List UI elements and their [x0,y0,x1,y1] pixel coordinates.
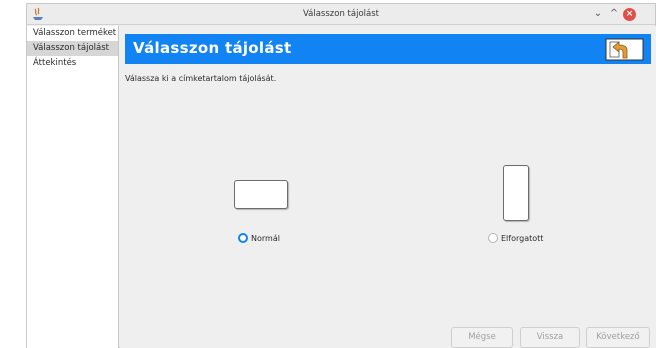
window-title: Válasszon tájolást [303,9,379,19]
next-button[interactable]: Következő [586,327,650,348]
radio-normal[interactable] [238,233,248,243]
chevron-up-icon: ^ [609,8,619,19]
maximize-button[interactable]: ^ [607,7,621,21]
app-window: Válasszon tájolást ⌄ ^ × Válasszon termé… [26,3,656,348]
sidebar-item-overview[interactable]: Áttekintés [27,56,118,71]
page-title: Válasszon tájolást [133,39,292,57]
close-button[interactable]: × [623,8,636,21]
radio-option-normal[interactable]: Normál [238,233,280,243]
cancel-button[interactable]: Mégse [451,327,513,348]
chevron-down-icon: ⌄ [593,8,603,19]
header-banner: Válasszon tájolást [125,34,651,64]
instruction-text: Válassza ki a címketartalom tájolását. [125,74,277,83]
sidebar-item-select-orientation[interactable]: Válasszon tájolást [27,41,118,56]
sidebar-item-select-product[interactable]: Válasszon terméket [27,26,118,41]
radio-normal-label: Normál [251,233,280,243]
back-button[interactable]: Vissza [520,327,580,348]
main-content: Válasszon tájolást Válassza ki a címketa… [120,26,656,348]
radio-option-rotated[interactable]: Elforgatott [488,233,543,243]
wizard-steps-sidebar: Válasszon terméket Válasszon tájolást Át… [27,26,119,348]
title-bar: Válasszon tájolást ⌄ ^ × [27,4,655,25]
radio-rotated-label: Elforgatott [501,233,544,243]
radio-rotated[interactable] [488,233,498,243]
back-arrow-icon [605,38,644,61]
normal-orientation-preview[interactable] [234,180,288,209]
close-icon: × [625,9,634,19]
rotated-orientation-preview[interactable] [503,165,529,221]
minimize-button[interactable]: ⌄ [591,7,605,21]
